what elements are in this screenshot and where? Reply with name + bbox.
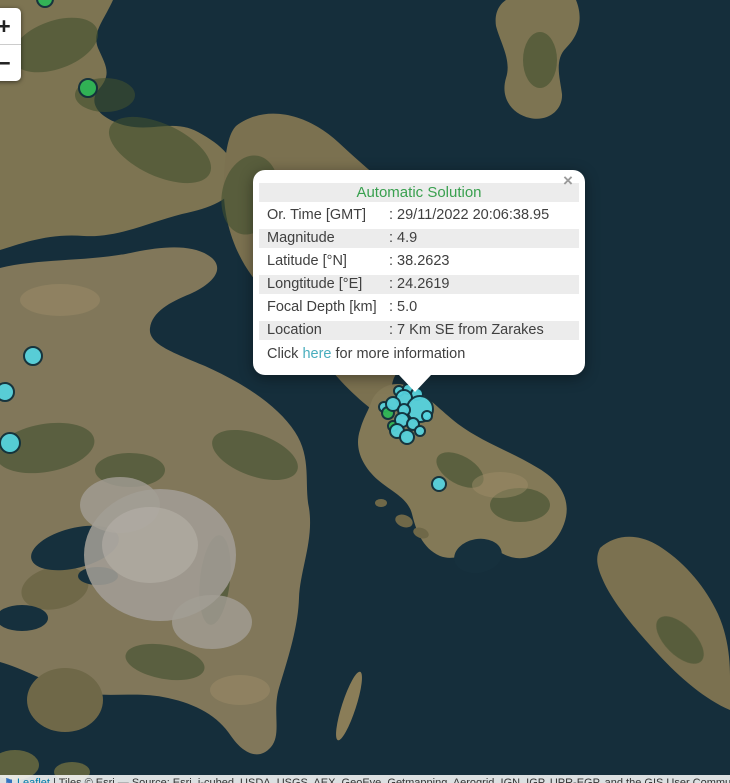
row-value: : 24.2619 <box>389 275 579 294</box>
popup-row-longitude: Longtitude [°E] : 24.2619 <box>259 275 579 294</box>
popup-row-focal-depth: Focal Depth [km] : 5.0 <box>259 298 579 317</box>
leaflet-link[interactable]: Leaflet <box>17 777 50 783</box>
popup-close-icon[interactable]: × <box>560 173 576 189</box>
row-value: : 7 Km SE from Zarakes <box>389 321 579 340</box>
row-value: : 29/11/2022 20:06:38.95 <box>389 206 579 225</box>
row-label: Latitude [°N] <box>267 252 389 271</box>
earthquake-marker[interactable] <box>23 346 43 366</box>
tiles-attribution-text: Tiles © Esri — Source: Esri, i-cubed, US… <box>59 777 730 783</box>
earthquake-marker[interactable] <box>78 78 98 98</box>
zoom-in-button[interactable]: + <box>0 8 21 44</box>
popup-tail <box>399 375 431 392</box>
popup-row-origin-time: Or. Time [GMT] : 29/11/2022 20:06:38.95 <box>259 206 579 225</box>
earthquake-marker[interactable] <box>421 410 433 422</box>
earthquake-marker[interactable] <box>414 425 426 437</box>
attribution-separator: | <box>50 777 59 783</box>
earthquake-map-app: + − × Automatic Solution Or. Time [GMT] … <box>0 0 730 783</box>
popup-title: Automatic Solution <box>259 183 579 202</box>
footer-suffix: for more information <box>331 346 465 362</box>
row-label: Focal Depth [km] <box>267 298 389 317</box>
popup-row-magnitude: Magnitude : 4.9 <box>259 229 579 248</box>
row-label: Magnitude <box>267 229 389 248</box>
zoom-out-button[interactable]: − <box>0 44 21 81</box>
footer-prefix: Click <box>267 346 302 362</box>
satellite-map <box>0 0 730 783</box>
popup-rows: Or. Time [GMT] : 29/11/2022 20:06:38.95 … <box>259 206 579 340</box>
earthquake-popup: × Automatic Solution Or. Time [GMT] : 29… <box>253 170 585 375</box>
map-viewport[interactable] <box>0 0 730 783</box>
popup-row-location: Location : 7 Km SE from Zarakes <box>259 321 579 340</box>
row-label: Longtitude [°E] <box>267 275 389 294</box>
zoom-control: + − <box>0 8 21 81</box>
earthquake-marker[interactable] <box>0 432 21 454</box>
attribution-bar: ⚑ Leaflet | Tiles © Esri — Source: Esri,… <box>0 775 730 783</box>
row-value: : 38.2623 <box>389 252 579 271</box>
row-label: Location <box>267 321 389 340</box>
flag-icon: ⚑ <box>4 777 14 783</box>
popup-row-latitude: Latitude [°N] : 38.2623 <box>259 252 579 271</box>
row-label: Or. Time [GMT] <box>267 206 389 225</box>
more-info-link[interactable]: here <box>302 346 331 362</box>
earthquake-marker[interactable] <box>399 429 415 445</box>
popup-footer: Click here for more information <box>259 345 579 364</box>
earthquake-marker[interactable] <box>431 476 447 492</box>
row-value: : 5.0 <box>389 298 579 317</box>
row-value: : 4.9 <box>389 229 579 248</box>
